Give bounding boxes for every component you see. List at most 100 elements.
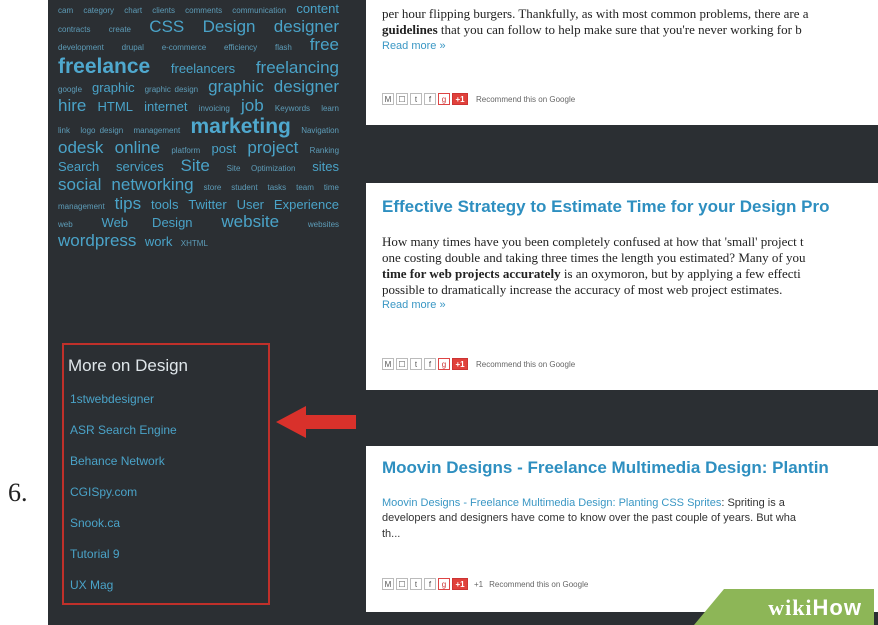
post-title[interactable]: Effective Strategy to Estimate Time for … — [382, 197, 829, 217]
tag-link[interactable]: link — [58, 126, 70, 136]
tag-link[interactable]: drupal — [122, 43, 144, 52]
tag-link[interactable]: services — [116, 159, 164, 174]
facebook-icon[interactable]: f — [424, 578, 436, 590]
tag-link[interactable]: User — [237, 197, 264, 212]
google-icon[interactable]: g — [438, 358, 450, 370]
tag-link[interactable]: store — [204, 183, 222, 192]
post-title[interactable]: Moovin Designs - Freelance Multimedia De… — [382, 458, 829, 478]
google-icon[interactable]: g — [438, 578, 450, 590]
tag-link[interactable]: social — [58, 175, 101, 194]
tag-link[interactable]: tasks — [267, 183, 286, 192]
blog-icon[interactable]: ☐ — [396, 358, 408, 370]
blog-icon[interactable]: ☐ — [396, 578, 408, 590]
tag-link[interactable]: job — [241, 96, 264, 115]
tag-link[interactable]: learn — [321, 104, 339, 113]
facebook-icon[interactable]: f — [424, 93, 436, 105]
tag-link[interactable]: free — [310, 35, 339, 54]
tag-link[interactable]: internet — [144, 99, 187, 114]
link-ux-mag[interactable]: UX Mag — [70, 578, 177, 609]
tag-link[interactable]: website — [221, 212, 279, 231]
tag-link[interactable]: HTML — [98, 99, 133, 114]
tag-link[interactable]: communication — [232, 6, 286, 15]
tag-link[interactable]: Site — [181, 156, 210, 175]
facebook-icon[interactable]: f — [424, 358, 436, 370]
tag-link[interactable]: Search — [58, 159, 99, 174]
tag-link[interactable]: freelance — [58, 55, 150, 78]
tag-link[interactable]: designer — [274, 17, 339, 36]
tag-link[interactable]: wordpress — [58, 231, 136, 250]
tag-link[interactable]: marketing — [191, 115, 291, 138]
tag-link[interactable]: networking — [111, 175, 193, 194]
post-2-line-4: possible to dramatically increase the ac… — [382, 282, 876, 298]
tag-link[interactable]: time — [324, 183, 339, 192]
tag-link[interactable]: project — [247, 138, 298, 157]
tag-link[interactable]: XHTML — [181, 239, 208, 248]
tag-link[interactable]: CSS — [149, 17, 184, 36]
tag-link[interactable]: Navigation — [301, 126, 339, 136]
email-icon[interactable]: M — [382, 578, 394, 590]
tag-link[interactable]: platform — [171, 146, 200, 155]
tag-link[interactable]: hire — [58, 96, 86, 115]
tag-link[interactable]: management — [133, 126, 180, 136]
tag-link[interactable]: invoicing — [199, 104, 230, 113]
email-icon[interactable]: M — [382, 358, 394, 370]
tag-link[interactable]: flash — [275, 43, 292, 52]
blog-icon[interactable]: ☐ — [396, 93, 408, 105]
link-snook[interactable]: Snook.ca — [70, 516, 177, 547]
tag-link[interactable]: Site Optimization — [227, 164, 296, 173]
link-tutorial-9[interactable]: Tutorial 9 — [70, 547, 177, 578]
twitter-icon[interactable]: t — [410, 93, 422, 105]
tag-link[interactable]: clients — [152, 6, 175, 15]
tag-link[interactable]: graphic — [92, 80, 135, 95]
read-more-link[interactable]: Read more » — [382, 299, 446, 311]
tag-link[interactable]: Web Design — [102, 215, 193, 230]
tag-link[interactable]: designer — [274, 77, 339, 96]
plus-one-button[interactable]: +1 — [452, 358, 468, 370]
link-behance-network[interactable]: Behance Network — [70, 454, 177, 485]
read-more-link[interactable]: Read more » — [382, 40, 446, 52]
link-1stwebdesigner[interactable]: 1stwebdesigner — [70, 392, 177, 423]
tag-link[interactable]: chart — [124, 6, 142, 15]
tag-link[interactable]: graphic — [208, 77, 264, 96]
tag-link[interactable]: work — [145, 234, 172, 249]
tag-link[interactable]: Experience — [274, 197, 339, 212]
tag-link[interactable]: web — [58, 220, 73, 229]
tag-link[interactable]: graphic design — [145, 85, 199, 94]
tag-link[interactable]: efficiency — [224, 43, 257, 52]
tag-link[interactable]: google — [58, 85, 82, 94]
tag-link[interactable]: freelancers — [171, 61, 235, 76]
tag-link[interactable]: student — [231, 183, 257, 192]
tag-link[interactable]: Keywords — [275, 104, 310, 113]
tag-link[interactable]: post — [212, 141, 237, 156]
tag-link[interactable]: Twitter — [188, 197, 226, 212]
tag-link[interactable]: team — [296, 183, 314, 192]
tag-link[interactable]: category — [83, 6, 114, 15]
tag-link[interactable]: Design — [203, 17, 256, 36]
plus-one-button[interactable]: +1 — [452, 578, 468, 590]
tag-link[interactable]: cam — [58, 6, 73, 15]
tag-link[interactable]: Ranking — [310, 146, 339, 155]
tag-link[interactable]: contracts — [58, 25, 90, 34]
tag-link[interactable]: freelancing — [256, 58, 339, 77]
tag-link[interactable]: odesk — [58, 138, 103, 157]
twitter-icon[interactable]: t — [410, 578, 422, 590]
link-cgispy[interactable]: CGISpy.com — [70, 485, 177, 516]
plus-one-button[interactable]: +1 — [452, 93, 468, 105]
tag-link[interactable]: websites — [308, 220, 339, 229]
tag-link[interactable]: e-commerce — [162, 43, 206, 52]
tag-link[interactable]: logo design — [80, 126, 123, 136]
google-icon[interactable]: g — [438, 93, 450, 105]
tag-link[interactable]: tools — [151, 197, 178, 212]
tag-link[interactable]: tips — [115, 194, 141, 213]
tag-link[interactable]: online — [115, 138, 160, 157]
tag-link[interactable]: comments — [185, 6, 222, 15]
link-asr-search-engine[interactable]: ASR Search Engine — [70, 423, 177, 454]
tag-link[interactable]: development — [58, 43, 104, 52]
twitter-icon[interactable]: t — [410, 358, 422, 370]
tag-link[interactable]: management — [58, 202, 105, 211]
email-icon[interactable]: M — [382, 93, 394, 105]
post-3-link[interactable]: Moovin Designs - Freelance Multimedia De… — [382, 497, 721, 509]
tag-link[interactable]: sites — [312, 159, 339, 174]
tag-link[interactable]: content — [296, 1, 339, 16]
tag-link[interactable]: create — [109, 25, 131, 34]
